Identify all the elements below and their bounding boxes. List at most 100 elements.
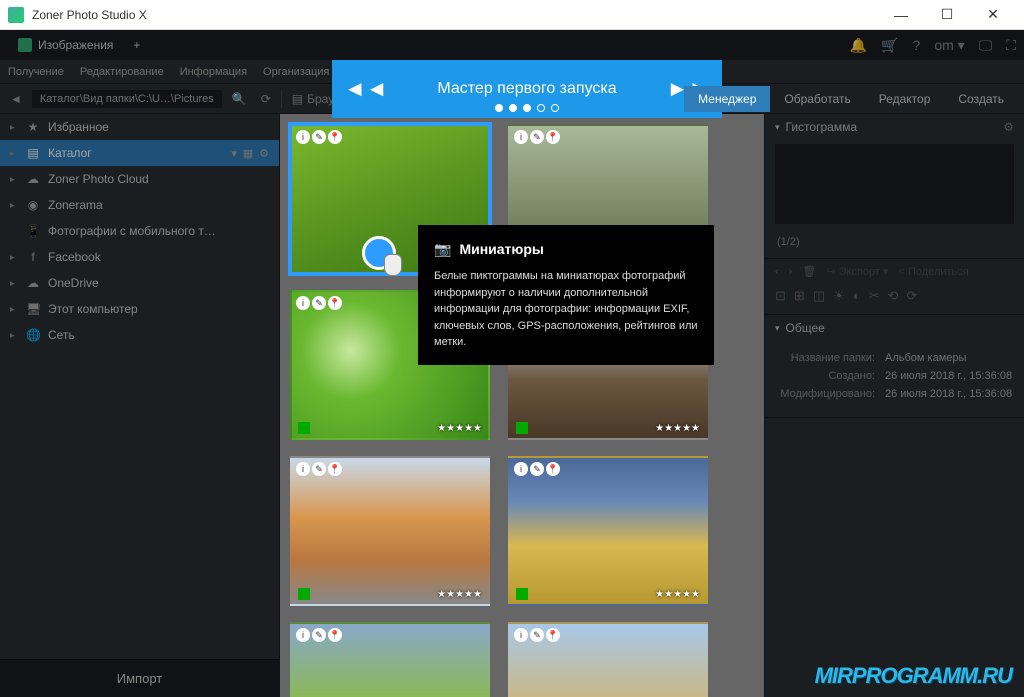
prev-icon[interactable]: ‹ bbox=[775, 266, 779, 278]
thumbnail-badges: i ✎ 📍 bbox=[296, 296, 342, 310]
minimize-button[interactable]: — bbox=[878, 0, 924, 30]
network-icon: 🌐 bbox=[26, 328, 40, 342]
gear-icon[interactable]: ⚙ bbox=[1003, 120, 1014, 134]
histogram-canvas bbox=[775, 144, 1014, 224]
tab-images[interactable]: Изображения bbox=[8, 30, 123, 60]
navigator-sidebar: ▸ ★ Избранное ▸ ▤ Каталог ▾ ▦ ⚙ ▸ ☁ bbox=[0, 114, 280, 697]
gear-icon[interactable]: ⚙ bbox=[259, 147, 269, 160]
images-tab-icon bbox=[18, 38, 32, 52]
mode-editor[interactable]: Редактор bbox=[865, 86, 945, 112]
tooltip-title: Миниатюры bbox=[459, 239, 543, 260]
step-dot[interactable] bbox=[509, 104, 517, 112]
menu-info[interactable]: Информация bbox=[180, 66, 247, 78]
sidebar-item-this-pc[interactable]: ▸ 🖥 Этот компьютер bbox=[0, 296, 279, 322]
tool-icon[interactable]: ◫ bbox=[813, 288, 825, 304]
expand-icon: ▸ bbox=[10, 174, 18, 185]
export-button[interactable]: ↪ Экспорт ▾ bbox=[826, 265, 888, 278]
step-dot[interactable] bbox=[537, 104, 545, 112]
next-icon[interactable]: › bbox=[789, 266, 793, 278]
zonerama-icon: ◉ bbox=[26, 198, 40, 212]
sidebar-item-network[interactable]: ▸ 🌐 Сеть bbox=[0, 322, 279, 348]
tool-icon[interactable]: ✂ bbox=[869, 288, 880, 304]
chevron-down-icon: ▾ bbox=[775, 323, 780, 334]
expand-icon: ▸ bbox=[10, 304, 18, 315]
tool-icon[interactable]: ⟲ bbox=[888, 288, 899, 304]
thumbnail-badges: i ✎ 📍 bbox=[296, 628, 342, 642]
import-button[interactable]: Импорт bbox=[0, 659, 279, 697]
tooltip-body: Белые пиктограммы на миниатюрах фотограф… bbox=[434, 268, 698, 351]
sidebar-item-actions: ▾ ▦ ⚙ bbox=[231, 147, 269, 160]
share-button[interactable]: < Поделиться bbox=[899, 266, 969, 278]
cart-icon[interactable]: 🛒 bbox=[881, 37, 898, 54]
mode-create[interactable]: Создать bbox=[944, 86, 1018, 112]
tool-icon[interactable]: ⊞ bbox=[794, 288, 805, 304]
step-dot[interactable] bbox=[523, 104, 531, 112]
thumbnail[interactable]: i ✎ 📍 ★★★★★ bbox=[508, 456, 708, 606]
maximize-button[interactable]: ☐ bbox=[924, 0, 970, 30]
watermark-text: MIRPROGRAMM.RU bbox=[815, 663, 1012, 689]
separator bbox=[281, 90, 282, 108]
refresh-icon[interactable]: ⟳ bbox=[257, 90, 275, 108]
thumbnail[interactable]: i ✎ 📍 ★★★★★ bbox=[290, 456, 490, 606]
mode-switcher: Менеджер Обработать Редактор Создать bbox=[684, 86, 1018, 112]
search-icon[interactable]: 🔍 bbox=[228, 90, 251, 108]
info-label: Название папки: bbox=[775, 352, 885, 364]
phone-icon: 📱 bbox=[26, 224, 40, 238]
sidebar-item-label: Zoner Photo Cloud bbox=[48, 172, 149, 186]
close-button[interactable]: ✕ bbox=[970, 0, 1016, 30]
sidebar-item-zonerama[interactable]: ▸ ◉ Zonerama bbox=[0, 192, 279, 218]
thumbnail-badges: i ✎ 📍 bbox=[296, 462, 342, 476]
general-header[interactable]: ▾ Общее bbox=[765, 315, 1024, 341]
info-row: Название папки: Альбом камеры bbox=[775, 349, 1014, 367]
sidebar-item-mobile-photos[interactable]: 📱 Фотографии с мобильного т… bbox=[0, 218, 279, 244]
mode-manager[interactable]: Менеджер bbox=[684, 86, 770, 112]
thumbnail[interactable]: i ✎ 📍 bbox=[508, 622, 708, 697]
menu-edit[interactable]: Редактирование bbox=[80, 66, 164, 78]
section-title: Общее bbox=[786, 321, 825, 335]
wizard-step-dots bbox=[495, 104, 559, 112]
add-tab-button[interactable]: + bbox=[123, 30, 150, 60]
sidebar-item-zoner-cloud[interactable]: ▸ ☁ Zoner Photo Cloud bbox=[0, 166, 279, 192]
zoom-dropdown[interactable]: om ▾ bbox=[934, 37, 964, 54]
color-label bbox=[298, 422, 310, 434]
quick-tools: ⊡ ⊞ ◫ ☀ ◐ ✂ ⟲ ⟳ bbox=[765, 284, 1024, 314]
thumbnail[interactable]: i ✎ 📍 bbox=[290, 622, 490, 697]
gps-icon: 📍 bbox=[328, 628, 342, 642]
menu-acquire[interactable]: Получение bbox=[8, 66, 64, 78]
bell-icon[interactable]: 🔔 bbox=[850, 37, 867, 54]
mode-develop[interactable]: Обработать bbox=[770, 86, 864, 112]
expand-icon: ▸ bbox=[10, 278, 18, 289]
help-icon[interactable]: ? bbox=[913, 37, 921, 53]
sidebar-item-favorites[interactable]: ▸ ★ Избранное bbox=[0, 114, 279, 140]
thumbnail-browser[interactable]: i ✎ 📍 i ✎ 📍 i ✎ 📍 bbox=[280, 114, 764, 697]
breadcrumb-path[interactable]: Каталог\Вид папки\C:\U…\Pictures bbox=[32, 90, 222, 108]
gps-icon: 📍 bbox=[328, 296, 342, 310]
info-icon: i bbox=[296, 462, 310, 476]
delete-icon[interactable]: 🗑 bbox=[802, 265, 816, 278]
fullscreen-icon[interactable]: ⛶ bbox=[1006, 37, 1016, 54]
menu-organize[interactable]: Организация bbox=[263, 66, 329, 78]
sidebar-item-facebook[interactable]: ▸ f Facebook bbox=[0, 244, 279, 270]
info-icon: i bbox=[514, 130, 528, 144]
sidebar-item-onedrive[interactable]: ▸ ☁ OneDrive bbox=[0, 270, 279, 296]
thumbnail-badges: i ✎ 📍 bbox=[514, 462, 560, 476]
wizard-prev-button[interactable]: ◄◄ bbox=[344, 76, 388, 102]
sidebar-item-label: Избранное bbox=[48, 120, 109, 134]
sidebar-item-label: Каталог bbox=[48, 146, 92, 160]
tool-icon[interactable]: ◐ bbox=[853, 288, 861, 304]
tag-icon: ✎ bbox=[530, 130, 544, 144]
tool-icon[interactable]: ⟳ bbox=[906, 288, 917, 304]
histogram-header[interactable]: ▾ Гистограмма ⚙ bbox=[765, 114, 1024, 140]
window-titlebar: Zoner Photo Studio X — ☐ ✕ bbox=[0, 0, 1024, 30]
tool-icon[interactable]: ☀ bbox=[833, 288, 845, 304]
monitor-icon[interactable]: 🖵 bbox=[979, 37, 993, 54]
step-dot[interactable] bbox=[495, 104, 503, 112]
tool-icon[interactable]: ⊡ bbox=[775, 288, 786, 304]
step-dot[interactable] bbox=[551, 104, 559, 112]
wizard-title: Мастер первого запуска bbox=[437, 80, 616, 98]
sidebar-item-catalog[interactable]: ▸ ▤ Каталог ▾ ▦ ⚙ bbox=[0, 140, 279, 166]
info-value: Альбом камеры bbox=[885, 352, 966, 364]
folder-icon[interactable]: ▦ bbox=[243, 147, 253, 160]
back-button[interactable]: ◄ bbox=[6, 90, 26, 108]
chevron-down-icon[interactable]: ▾ bbox=[231, 147, 237, 160]
